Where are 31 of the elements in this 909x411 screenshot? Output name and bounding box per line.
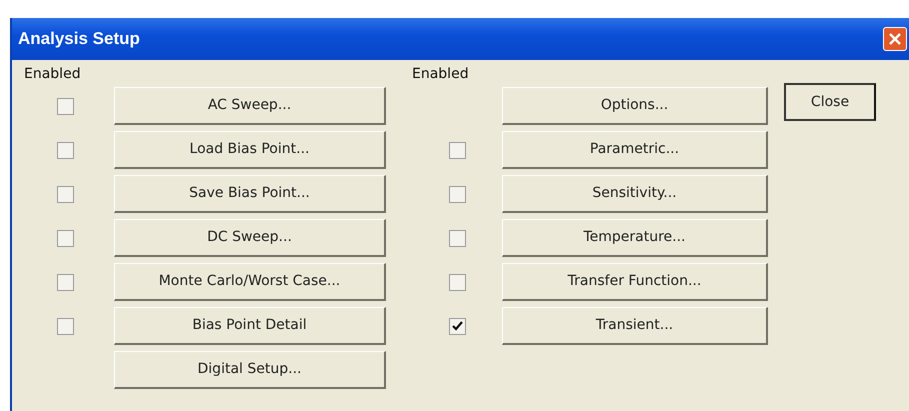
analysis-button[interactable]: Sensitivity...: [502, 175, 768, 213]
close-icon: [889, 33, 901, 45]
checkbox[interactable]: [448, 142, 466, 158]
checkbox[interactable]: [448, 274, 466, 290]
analysis-button[interactable]: Save Bias Point...: [114, 175, 386, 213]
analysis-button[interactable]: Options...: [502, 87, 768, 125]
column-heading: Enabled: [24, 65, 82, 84]
checkbox[interactable]: [448, 318, 466, 334]
analysis-button[interactable]: DC Sweep...: [114, 219, 386, 257]
analysis-button[interactable]: Monte Carlo/Worst Case...: [114, 263, 386, 301]
close-button[interactable]: [883, 27, 907, 51]
checkbox[interactable]: [448, 186, 466, 202]
analysis-button[interactable]: Parametric...: [502, 131, 768, 169]
check-icon: [452, 321, 462, 331]
checkbox[interactable]: [57, 142, 74, 158]
checkbox[interactable]: [57, 186, 74, 202]
checkbox[interactable]: [57, 274, 74, 290]
analysis-button[interactable]: Transient...: [502, 307, 768, 345]
checkbox[interactable]: [57, 318, 74, 334]
analysis-button[interactable]: Bias Point Detail: [114, 307, 386, 345]
analysis-button[interactable]: Load Bias Point...: [114, 131, 386, 169]
window-title: Analysis Setup: [18, 28, 140, 50]
checkbox[interactable]: [57, 98, 74, 114]
checkbox[interactable]: [448, 230, 466, 246]
analysis-button[interactable]: Temperature...: [502, 219, 768, 257]
analysis-button[interactable]: Transfer Function...: [502, 263, 768, 301]
close-button[interactable]: Close: [784, 83, 876, 121]
analysis-button[interactable]: Digital Setup...: [114, 351, 386, 389]
analysis-button[interactable]: AC Sweep...: [114, 87, 386, 125]
checkbox[interactable]: [57, 230, 74, 246]
column-heading: Enabled: [412, 65, 470, 84]
